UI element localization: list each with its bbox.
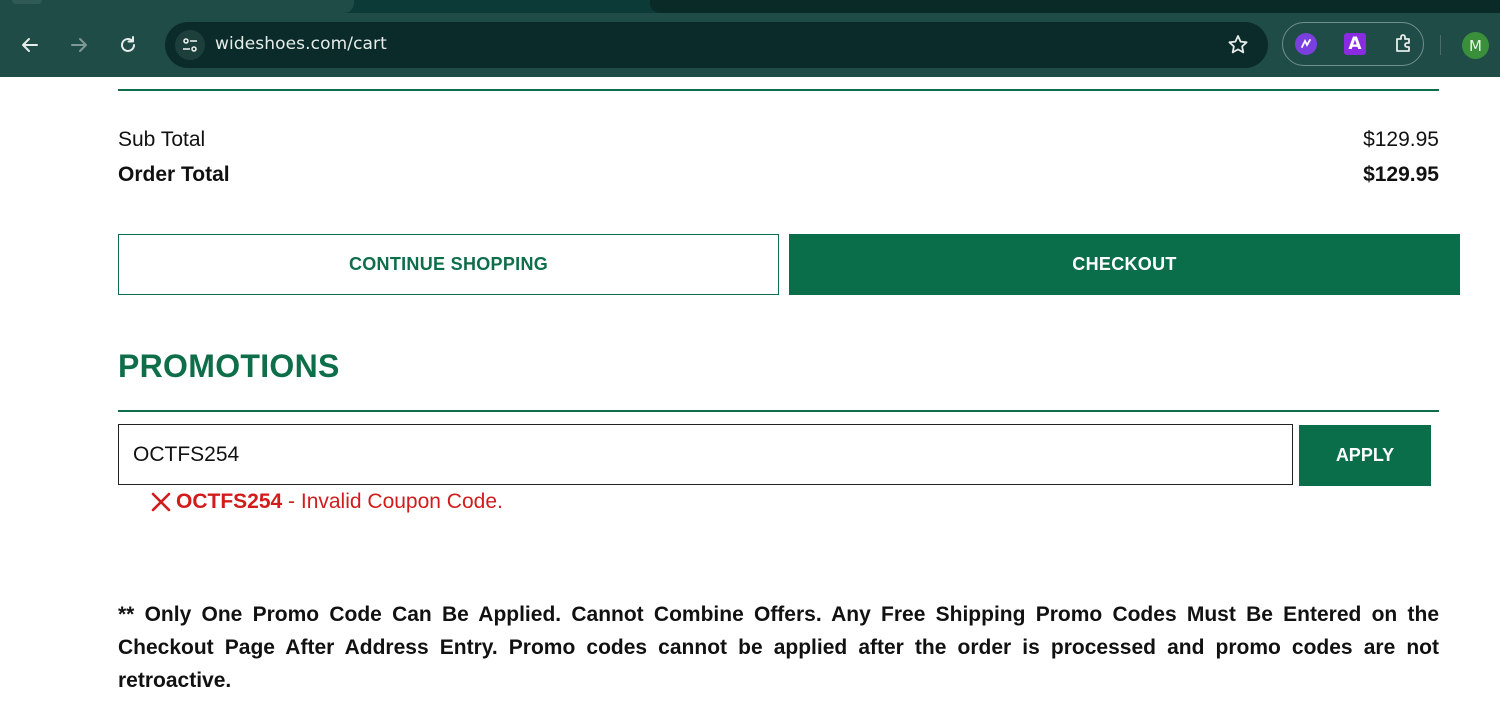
checkout-button[interactable]: CHECKOUT	[789, 234, 1460, 295]
promotions-divider	[118, 410, 1439, 412]
summary-top-divider	[118, 89, 1439, 91]
error-x-icon	[150, 491, 172, 513]
url-text[interactable]: wideshoes.com/cart	[215, 34, 387, 54]
browser-tab[interactable]	[650, 0, 1500, 13]
site-settings-icon[interactable]	[175, 30, 205, 60]
promo-code-input[interactable]	[118, 424, 1293, 485]
extension-a-icon[interactable]: A	[1344, 33, 1366, 55]
error-code: OCTFS254	[176, 490, 283, 513]
browser-toolbar: wideshoes.com/cart A M	[0, 13, 1500, 77]
extension-icon[interactable]	[1295, 33, 1317, 55]
promo-disclaimer: ** Only One Promo Code Can Be Applied. C…	[118, 603, 1439, 692]
coupon-error-message: OCTFS254 - Invalid Coupon Code.	[150, 490, 503, 514]
bookmark-star-icon[interactable]	[1226, 33, 1250, 62]
promotions-heading: PROMOTIONS	[118, 348, 340, 384]
extensions-area: A	[1282, 22, 1424, 66]
subtotal-value: $129.95	[1363, 128, 1439, 151]
subtotal-label: Sub Total	[118, 128, 206, 151]
address-bar[interactable]: wideshoes.com/cart	[165, 22, 1268, 68]
reload-icon[interactable]	[112, 29, 144, 61]
browser-tab[interactable]	[0, 0, 354, 13]
order-total-value: $129.95	[1363, 163, 1439, 186]
back-icon[interactable]	[14, 29, 46, 61]
continue-shopping-button[interactable]: CONTINUE SHOPPING	[118, 234, 779, 295]
profile-avatar[interactable]: M	[1462, 32, 1489, 59]
error-text: - Invalid Coupon Code.	[282, 490, 503, 513]
toolbar-divider	[1440, 35, 1441, 55]
puzzle-extensions-icon[interactable]	[1392, 32, 1416, 61]
forward-icon[interactable]	[63, 29, 95, 61]
apply-button[interactable]: APPLY	[1299, 425, 1431, 486]
order-total-label: Order Total	[118, 163, 230, 186]
browser-chrome: wideshoes.com/cart A M	[0, 0, 1500, 77]
tab-strip	[0, 0, 1500, 13]
